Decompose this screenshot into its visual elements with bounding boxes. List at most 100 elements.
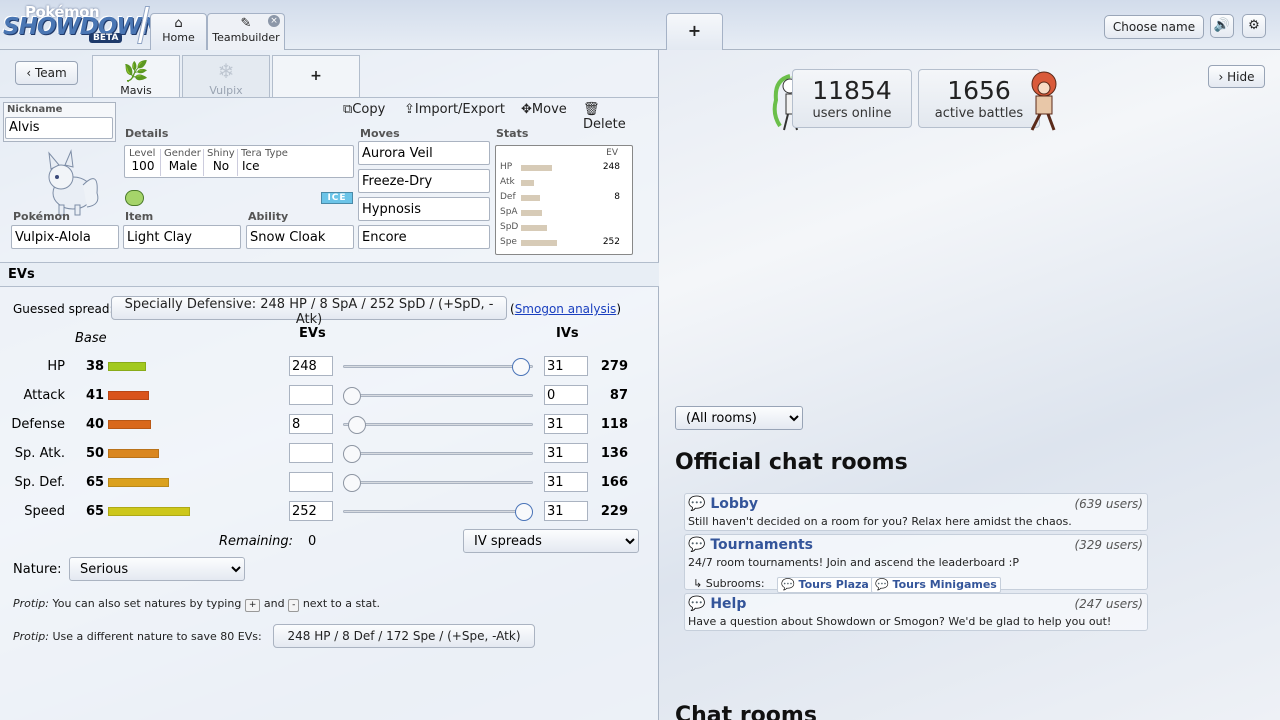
ev-slider-track[interactable] (343, 510, 533, 513)
mini-stat-name: HP (500, 162, 513, 172)
ev-slider-thumb[interactable] (515, 503, 533, 521)
back-to-team-button[interactable]: ‹ Team (15, 61, 78, 85)
stats-summary[interactable]: EV HP 248 Atk Def 8 SpA SpD Spe 252 (495, 145, 633, 255)
iv-input[interactable] (544, 414, 588, 434)
subroom-label: Tours Plaza (798, 578, 869, 591)
ev-input[interactable] (289, 501, 333, 521)
room-lobby[interactable]: 💬 Lobby (639 users) Still haven't decide… (684, 493, 1148, 531)
ability-input[interactable] (246, 225, 354, 249)
mini-stat-row: HP 248 (500, 162, 632, 174)
base-column-header: Base (75, 331, 107, 346)
suggested-nature-button[interactable]: 248 HP / 8 Def / 172 Spe / (+Spe, -Atk) (273, 624, 535, 648)
protip-text-end: next to a stat. (302, 597, 381, 610)
pokemon-input[interactable] (11, 225, 119, 249)
smogon-analysis-link[interactable]: Smogon analysis (515, 302, 617, 316)
stat-base: 50 (86, 446, 105, 461)
ev-slider-thumb[interactable] (343, 387, 361, 405)
nature-select[interactable]: Serious (69, 557, 245, 581)
stats-label: Stats (496, 127, 529, 140)
move-button[interactable]: ✥Move (521, 102, 567, 117)
tera-cell: Tera Type Ice (241, 148, 301, 173)
ev-input[interactable] (289, 356, 333, 376)
pokemon-sprite (48, 149, 99, 216)
ev-input[interactable] (289, 443, 333, 463)
copy-icon: ⧉ (343, 102, 353, 117)
delete-button[interactable]: 🗑Delete (583, 102, 637, 132)
sound-icon[interactable]: 🔊 (1210, 14, 1234, 38)
subroom-label: Tours Minigames (892, 578, 997, 591)
room-description: Still haven't decided on a room for you?… (688, 515, 1072, 528)
ev-slider-track[interactable] (343, 481, 533, 484)
moves-label: Moves (360, 127, 400, 140)
type-badge-ice: ICE (321, 192, 353, 204)
room-filter-select[interactable]: (All rooms) (675, 406, 803, 430)
room-description: 24/7 room tournaments! Join and ascend t… (688, 556, 1020, 569)
protip-save-evs: Protip: Use a different nature to save 8… (13, 630, 262, 643)
tab-home[interactable]: ⌂ Home (150, 13, 207, 50)
ev-input[interactable] (289, 472, 333, 492)
move-3-input[interactable] (358, 197, 490, 221)
close-icon[interactable]: × (268, 15, 280, 27)
iv-spreads-select[interactable]: IV spreads (463, 529, 639, 553)
stat-total: 166 (600, 475, 628, 490)
gear-icon[interactable]: ⚙ (1242, 14, 1266, 38)
ev-slider-track[interactable] (343, 452, 533, 455)
add-pokemon-tab[interactable]: + (272, 55, 360, 98)
iv-input[interactable] (544, 385, 588, 405)
room-tournaments[interactable]: 💬 Tournaments (329 users) 24/7 room tour… (684, 534, 1148, 593)
mini-stat-bar (521, 195, 540, 201)
team-button-label: Team (34, 66, 67, 80)
stat-row: Attack 41 87 (0, 385, 659, 407)
room-help[interactable]: 💬 Help (247 users) Have a question about… (684, 593, 1148, 631)
stat-name: Attack (23, 388, 65, 403)
stat-total: 136 (600, 446, 628, 461)
pokemon-tab-vulpix[interactable]: ❄ Vulpix (182, 55, 270, 98)
iv-input[interactable] (544, 501, 588, 521)
nickname-input[interactable] (5, 117, 113, 139)
ev-slider-thumb[interactable] (511, 358, 530, 376)
iv-input[interactable] (544, 472, 588, 492)
room-name-label: Tournaments (710, 537, 813, 553)
pokemon-tab-label: Vulpix (209, 84, 243, 97)
ev-slider-track[interactable] (343, 423, 533, 426)
shiny-cell: Shiny No (207, 148, 235, 173)
ev-input[interactable] (289, 414, 333, 434)
stat-base: 41 (86, 388, 105, 403)
iv-input[interactable] (544, 443, 588, 463)
tera-value: Ice (242, 159, 260, 173)
guessed-spread-button[interactable]: Specially Defensive: 248 HP / 8 SpA / 25… (111, 296, 507, 327)
copy-button[interactable]: ⧉Copy (343, 102, 385, 117)
ev-slider-track[interactable] (343, 365, 533, 368)
ev-slider-thumb[interactable] (343, 445, 361, 463)
minus-key: - (288, 599, 300, 612)
subroom-tours-plaza[interactable]: 💬 Tours Plaza (777, 577, 873, 593)
logo-line2: SHOWDOWN (3, 14, 160, 40)
tera-label: Tera Type (241, 148, 288, 159)
mini-stat-row: Def 8 (500, 192, 632, 204)
ev-slider-thumb[interactable] (348, 416, 367, 434)
tab-teambuilder[interactable]: × ✎ Teambuilder (207, 13, 285, 50)
logo-beta-badge: BETA (89, 33, 123, 43)
ability-label: Ability (248, 210, 289, 223)
details-box[interactable]: Level 100 Gender Male Shiny No Tera Type Ice (124, 145, 354, 178)
remaining-label: Remaining: (219, 534, 293, 549)
pokemon-tab-mavis[interactable]: 🌿 Mavis (92, 55, 180, 98)
choose-name-button[interactable]: Choose name (1104, 15, 1204, 39)
protip-label: Protip: (13, 630, 49, 643)
move-4-input[interactable] (358, 225, 490, 249)
item-input[interactable] (123, 225, 241, 249)
ev-slider-thumb[interactable] (343, 474, 361, 492)
room-users: (639 users) (1074, 497, 1143, 511)
mini-stat-bar (521, 225, 547, 231)
move-2-input[interactable] (358, 169, 490, 193)
gender-value: Male (168, 159, 198, 173)
hide-button[interactable]: › Hide (1208, 65, 1265, 88)
iv-input[interactable] (544, 356, 588, 376)
move-1-input[interactable] (358, 141, 490, 165)
ev-input[interactable] (289, 385, 333, 405)
ev-slider-track[interactable] (343, 394, 533, 397)
new-tab-button[interactable]: + (666, 13, 723, 50)
showdown-logo[interactable]: Pokémon SHOWDOWN BETA (3, 3, 160, 45)
subroom-tours-minigames[interactable]: 💬 Tours Minigames (871, 577, 1001, 593)
import-export-button[interactable]: ⇪Import/Export (404, 102, 505, 117)
